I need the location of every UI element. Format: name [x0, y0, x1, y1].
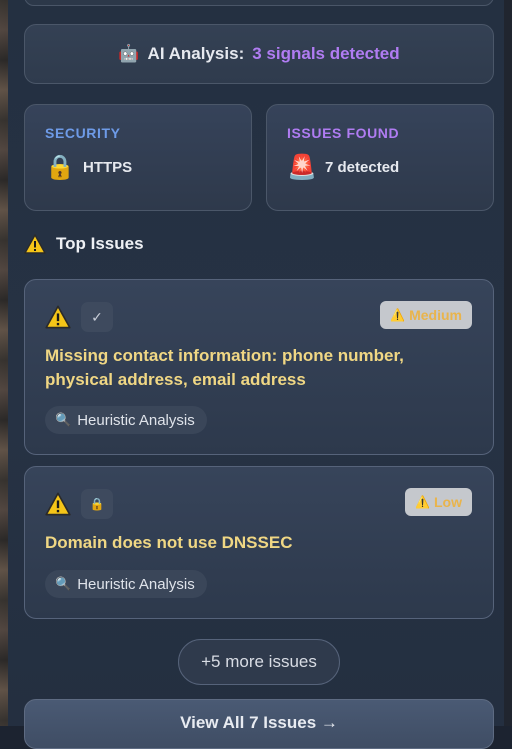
warning-icon: ⚠️ [390, 308, 406, 322]
magnifier-icon: 🔍 [55, 412, 72, 427]
check-icon: ✓ [81, 302, 113, 332]
warning-icon: ⚠️ [415, 495, 430, 509]
view-all-issues-button[interactable]: View All 7 Issues → [24, 699, 494, 749]
top-issues-title: Top Issues [56, 234, 144, 253]
top-issues-heading: Top Issues [24, 234, 144, 254]
severity-label: Medium [409, 307, 462, 323]
issue-card[interactable]: 🔒 ⚠️ Low Domain does not use DNSSEC 🔍 He… [24, 466, 494, 619]
severity-badge: ⚠️ Low [405, 488, 472, 516]
lock-icon: 🔒 [45, 154, 75, 181]
warning-icon [45, 305, 71, 329]
source-tag: 🔍 Heuristic Analysis [45, 570, 207, 598]
issue-description: Domain does not use DNSSEC [45, 533, 293, 552]
siren-icon: 🚨 [287, 154, 317, 181]
issues-value: 7 detected [325, 159, 400, 176]
source-tag: 🔍 Heuristic Analysis [45, 406, 207, 434]
magnifier-icon: 🔍 [55, 576, 72, 591]
previous-card-edge [24, 0, 494, 6]
security-value: HTTPS [83, 159, 133, 176]
source-label: Heuristic Analysis [77, 411, 195, 429]
issue-description: Missing contact information: phone numbe… [45, 346, 404, 389]
issues-stat-card: ISSUES FOUND 🚨 7 detected [266, 104, 494, 211]
ai-analysis-banner: 🤖 AI Analysis: 3 signals detected [24, 24, 494, 84]
robot-icon: 🤖 [118, 44, 140, 63]
severity-badge: ⚠️ Medium [380, 301, 472, 329]
source-label: Heuristic Analysis [77, 575, 195, 593]
warning-icon [45, 492, 71, 516]
ai-signals-count: 3 signals detected [252, 44, 400, 63]
background-window-strip [0, 0, 8, 726]
severity-label: Low [434, 494, 462, 510]
warning-icon [24, 234, 46, 254]
security-label: SECURITY [45, 125, 121, 141]
issues-label: ISSUES FOUND [287, 125, 400, 141]
ai-analysis-label: AI Analysis: [147, 44, 245, 63]
window-edge [504, 0, 512, 726]
more-issues-button[interactable]: +5 more issues [178, 639, 340, 685]
issue-card[interactable]: ✓ ⚠️ Medium Missing contact information:… [24, 279, 494, 455]
lock-icon: 🔒 [81, 489, 113, 519]
security-stat-card: SECURITY 🔒 HTTPS [24, 104, 252, 211]
